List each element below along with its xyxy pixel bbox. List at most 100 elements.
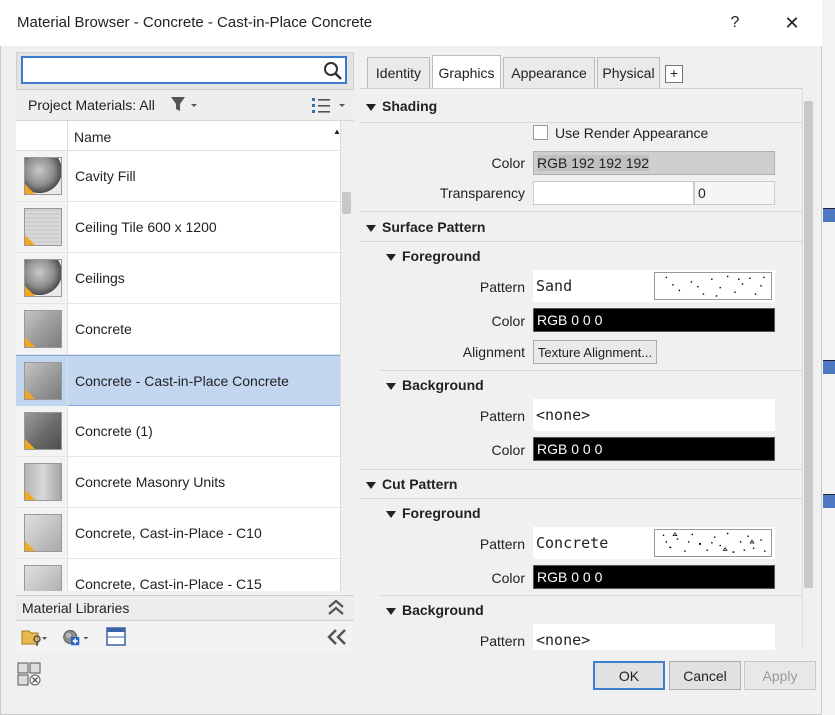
filter-icon[interactable] [170, 96, 200, 114]
list-item[interactable]: Concrete, Cast-in-Place - C10 [16, 508, 340, 559]
expand-libraries-icon[interactable] [326, 598, 346, 618]
thumbnail-cell [16, 559, 68, 591]
material-thumbnail [24, 565, 62, 591]
thumbnail-cell [16, 508, 68, 558]
concrete-pattern-preview [654, 529, 772, 557]
material-name: Cavity Fill [75, 168, 136, 184]
section-surface-pattern[interactable]: Surface Pattern [366, 219, 485, 235]
cut-bg-pattern-label: Pattern [479, 633, 525, 649]
divider [380, 595, 802, 596]
window-title: Material Browser - Concrete - Cast-in-Pl… [17, 14, 373, 31]
surface-fg-color-field[interactable]: RGB 0 0 0 [533, 308, 775, 332]
asset-browser-icon[interactable] [103, 626, 131, 648]
shading-color-field[interactable]: RGB 192 192 192 [533, 151, 775, 175]
warning-icon [25, 337, 35, 347]
search-icon[interactable] [322, 60, 344, 82]
collapse-triangle-icon [366, 224, 376, 232]
surface-background-group[interactable]: Background [386, 377, 484, 393]
list-item[interactable]: Concrete, Cast-in-Place - C15 [16, 559, 340, 591]
surface-bg-color-value: RGB 0 0 0 [537, 441, 603, 457]
cut-fg-color-value: RGB 0 0 0 [537, 569, 603, 585]
column-name-header[interactable]: Name [74, 129, 111, 145]
material-name: Concrete, Cast-in-Place - C10 [75, 525, 262, 541]
list-item[interactable]: Ceilings [16, 253, 340, 304]
use-render-appearance-checkbox[interactable] [533, 125, 548, 140]
use-render-appearance-label: Use Render Appearance [555, 125, 709, 141]
collapse-panel-icon[interactable] [326, 628, 348, 646]
list-item[interactable]: Concrete - Cast-in-Place Concrete [16, 355, 340, 406]
properties-scrollbar-thumb[interactable] [804, 101, 813, 588]
material-editor-toggle-icon[interactable] [17, 662, 41, 686]
group-title: Background [402, 602, 484, 618]
tab-identity[interactable]: Identity [367, 57, 430, 88]
list-view-icon[interactable] [311, 96, 347, 114]
surface-bg-color-field[interactable]: RGB 0 0 0 [533, 437, 775, 461]
open-library-icon[interactable] [20, 626, 48, 648]
material-thumbnail [24, 157, 62, 195]
shading-color-value: RGB 192 192 192 [537, 155, 650, 171]
tab-graphics[interactable]: Graphics [432, 55, 501, 89]
background-app-mark [823, 494, 835, 508]
warning-icon [25, 439, 35, 449]
surface-bg-pattern-field[interactable]: <none> [533, 399, 775, 431]
thumbnail-cell [16, 151, 68, 201]
divider [360, 469, 802, 470]
add-tab-button[interactable]: + [665, 65, 683, 83]
surface-fg-color-label: Color [491, 313, 525, 329]
list-scrollbar-thumb[interactable] [342, 192, 351, 214]
list-item[interactable]: Cavity Fill [16, 151, 340, 202]
list-item[interactable]: Concrete (1) [16, 406, 340, 457]
list-column-header[interactable] [16, 121, 340, 151]
surface-bg-color-label: Color [491, 442, 525, 458]
cut-fg-color-label: Color [491, 570, 525, 586]
thumbnail-cell [16, 406, 68, 456]
graphics-properties-panel: Shading Use Render Appearance Color RGB … [360, 88, 802, 650]
transparency-slider[interactable] [533, 181, 694, 205]
background-app-edge [820, 0, 835, 715]
section-cut-pattern[interactable]: Cut Pattern [366, 476, 457, 492]
create-material-icon[interactable] [62, 626, 90, 648]
cut-bg-pattern-value: <none> [536, 631, 591, 649]
project-materials-label: Project Materials: All [28, 97, 155, 113]
ok-button[interactable]: OK [593, 661, 665, 690]
search-input[interactable] [21, 56, 347, 84]
group-title: Foreground [402, 505, 481, 521]
shading-color-label: Color [491, 155, 525, 171]
list-item[interactable]: Concrete [16, 304, 340, 355]
list-item[interactable]: Ceiling Tile 600 x 1200 [16, 202, 340, 253]
transparency-input[interactable]: 0 [694, 181, 775, 205]
cancel-button[interactable]: Cancel [669, 661, 741, 690]
divider [360, 498, 802, 499]
texture-alignment-button[interactable]: Texture Alignment... [533, 340, 657, 364]
thumbnail-cell [16, 356, 68, 406]
help-button[interactable]: ? [718, 8, 752, 38]
surface-foreground-group[interactable]: Foreground [386, 248, 481, 264]
section-shading[interactable]: Shading [366, 98, 437, 114]
close-button[interactable]: ✕ [774, 8, 810, 38]
warning-icon [25, 490, 35, 500]
list-item[interactable]: Concrete Masonry Units [16, 457, 340, 508]
thumbnail-cell [16, 457, 68, 507]
cut-foreground-group[interactable]: Foreground [386, 505, 481, 521]
thumbnail-cell [16, 253, 68, 303]
tab-appearance[interactable]: Appearance [503, 57, 595, 88]
cut-background-group[interactable]: Background [386, 602, 484, 618]
cut-bg-pattern-field[interactable]: <none> [533, 624, 775, 650]
surface-fg-color-value: RGB 0 0 0 [537, 312, 603, 328]
collapse-triangle-icon [386, 253, 396, 261]
collapse-triangle-icon [366, 481, 376, 489]
cut-fg-color-field[interactable]: RGB 0 0 0 [533, 565, 775, 589]
material-name: Ceiling Tile 600 x 1200 [75, 219, 217, 235]
alignment-label: Alignment [462, 344, 525, 360]
material-thumbnail [24, 362, 62, 400]
transparency-label: Transparency [439, 185, 525, 201]
apply-button[interactable]: Apply [744, 661, 816, 690]
section-title: Shading [382, 98, 438, 114]
cut-fg-pattern-value: Concrete [536, 534, 609, 552]
section-title: Surface Pattern [382, 219, 486, 235]
material-thumbnail [24, 412, 62, 450]
tab-physical[interactable]: Physical [597, 57, 660, 88]
background-app-mark [823, 208, 835, 222]
background-app-mark [823, 360, 835, 374]
section-title: Cut Pattern [382, 476, 458, 492]
